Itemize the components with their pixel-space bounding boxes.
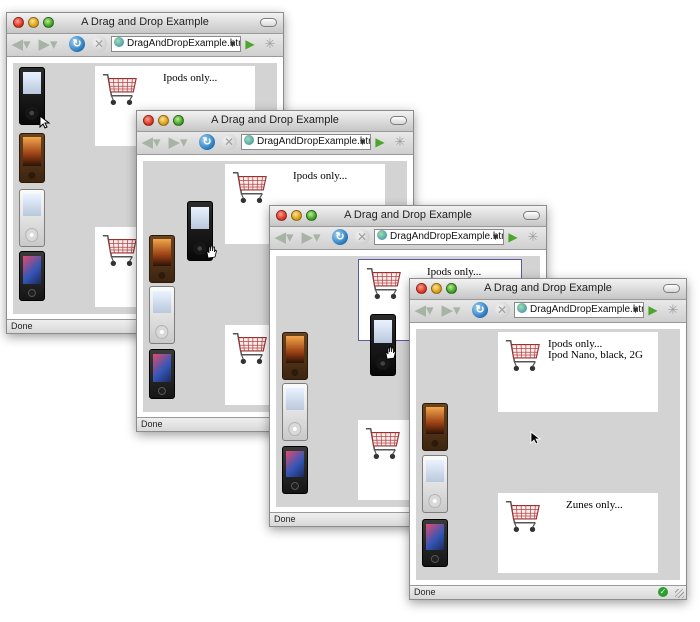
shopping-cart-icon [504,497,542,537]
ipod-nano-silver[interactable] [282,383,308,441]
drop-zone-label: Ipods only... [293,170,348,182]
address-bar[interactable]: DragAndDropExample.html ▼ [111,36,241,52]
toolbar-toggle-button[interactable] [663,284,680,293]
shopping-cart-icon [231,329,269,369]
drop-zone-label: Zunes only... [566,499,623,511]
zune-brown[interactable] [149,235,175,283]
back-arrow-icon[interactable]: ◀▾ [273,229,295,246]
toolbar-toggle-button[interactable] [260,18,277,27]
stop-icon[interactable]: ✕ [221,134,237,150]
page-content: Ipods only... Ipod Nano, black, 2G Zunes… [410,323,686,586]
zune-brown[interactable] [282,332,308,380]
reload-icon[interactable]: ↻ [69,36,85,52]
status-text: Done [11,321,33,331]
grab-hand-icon [206,245,217,259]
stop-icon[interactable]: ✕ [494,302,510,318]
go-arrow-icon[interactable]: ▶ [373,134,387,150]
ipod-nano-silver[interactable] [149,286,175,344]
checkmark-icon: ✓ [658,587,668,597]
site-globe-icon [517,303,527,313]
url-dropdown-icon[interactable]: ▼ [358,135,367,149]
status-text: Done [141,419,163,429]
status-bar: Done ✓ [410,585,686,599]
zune-black[interactable] [422,519,448,567]
spinner-icon: ✳ [667,302,679,317]
title-bar[interactable]: A Drag and Drop Example [137,111,413,132]
forward-arrow-icon[interactable]: ▶▾ [167,134,189,151]
forward-arrow-icon[interactable]: ▶▾ [300,229,322,246]
window-title: A Drag and Drop Example [81,16,209,28]
stop-icon[interactable]: ✕ [91,36,107,52]
ipod-nano-silver[interactable] [422,455,448,513]
reload-icon[interactable]: ↻ [332,229,348,245]
drop-zone-label: Ipods only... [163,72,218,84]
address-bar[interactable]: DragAndDropExample.html ▼ [241,134,371,150]
window-title: A Drag and Drop Example [484,282,612,294]
ipod-drop-zone[interactable]: Ipods only... Ipod Nano, black, 2G [498,332,658,412]
address-bar[interactable]: DragAndDropExample.html ▼ [514,302,644,318]
shopping-cart-icon [101,70,139,110]
spinner-icon: ✳ [394,134,406,149]
browser-window-4: A Drag and Drop Example ◀▾ ▶▾ ↻ ✕ DragAn… [409,278,687,600]
zune-brown[interactable] [422,403,448,451]
site-globe-icon [377,230,387,240]
status-text: Done [414,587,436,597]
url-text: DragAndDropExample.html [257,136,371,147]
url-text: DragAndDropExample.html [127,38,241,49]
forward-arrow-icon[interactable]: ▶▾ [37,36,59,53]
shopping-cart-icon [504,336,542,376]
url-dropdown-icon[interactable]: ▼ [631,303,640,317]
address-bar[interactable]: DragAndDropExample.html ▼ [374,229,504,245]
shopping-cart-icon [364,424,402,464]
ipod-nano-black-dragging[interactable] [370,314,396,376]
browser-toolbar: ◀▾ ▶▾ ↻ ✕ DragAndDropExample.html ▼ ▶ ✳ [410,300,686,323]
grab-hand-icon [385,346,396,360]
zune-black[interactable] [149,349,175,399]
title-bar[interactable]: A Drag and Drop Example [270,206,546,227]
stop-icon[interactable]: ✕ [354,229,370,245]
shopping-cart-icon [101,231,139,271]
ipod-nano-silver[interactable] [19,189,45,247]
toolbar-toggle-button[interactable] [390,116,407,125]
title-bar[interactable]: A Drag and Drop Example [7,13,283,34]
browser-toolbar: ◀▾ ▶▾ ↻ ✕ DragAndDropExample.html ▼ ▶ ✳ [137,132,413,155]
mouse-pointer-icon [39,115,51,129]
title-bar[interactable]: A Drag and Drop Example [410,279,686,300]
site-globe-icon [244,135,254,145]
drag-area: Ipods only... Ipod Nano, black, 2G Zunes… [416,329,680,580]
go-arrow-icon[interactable]: ▶ [646,302,660,318]
toolbar-toggle-button[interactable] [523,211,540,220]
shopping-cart-icon [365,264,403,304]
mouse-pointer-icon [530,431,542,445]
site-globe-icon [114,37,124,47]
url-dropdown-icon[interactable]: ▼ [491,230,500,244]
url-text: DragAndDropExample.html [530,304,644,315]
back-arrow-icon[interactable]: ◀▾ [413,302,435,319]
back-arrow-icon[interactable]: ◀▾ [10,36,32,53]
browser-toolbar: ◀▾ ▶▾ ↻ ✕ DragAndDropExample.html ▼ ▶ ✳ [270,227,546,250]
spinner-icon: ✳ [527,229,539,244]
dropped-item-label: Ipod Nano, black, 2G [548,349,644,361]
zune-black[interactable] [19,251,45,301]
resize-grip[interactable] [675,589,684,598]
go-arrow-icon[interactable]: ▶ [506,229,520,245]
status-text: Done [274,514,296,524]
back-arrow-icon[interactable]: ◀▾ [140,134,162,151]
zune-drop-zone[interactable]: Zunes only... [498,493,658,573]
forward-arrow-icon[interactable]: ▶▾ [440,302,462,319]
reload-icon[interactable]: ↻ [199,134,215,150]
zune-black[interactable] [282,446,308,494]
url-text: DragAndDropExample.html [390,231,504,242]
zune-brown[interactable] [19,133,45,183]
go-arrow-icon[interactable]: ▶ [243,36,257,52]
url-dropdown-icon[interactable]: ▼ [228,37,237,51]
window-title: A Drag and Drop Example [211,114,339,126]
spinner-icon: ✳ [264,36,276,51]
drop-zone-label: Ipods only... [427,266,482,278]
browser-toolbar: ◀▾ ▶▾ ↻ ✕ DragAndDropExample.html ▼ ▶ ✳ [7,34,283,57]
reload-icon[interactable]: ↻ [472,302,488,318]
window-title: A Drag and Drop Example [344,209,472,221]
shopping-cart-icon [231,168,269,208]
